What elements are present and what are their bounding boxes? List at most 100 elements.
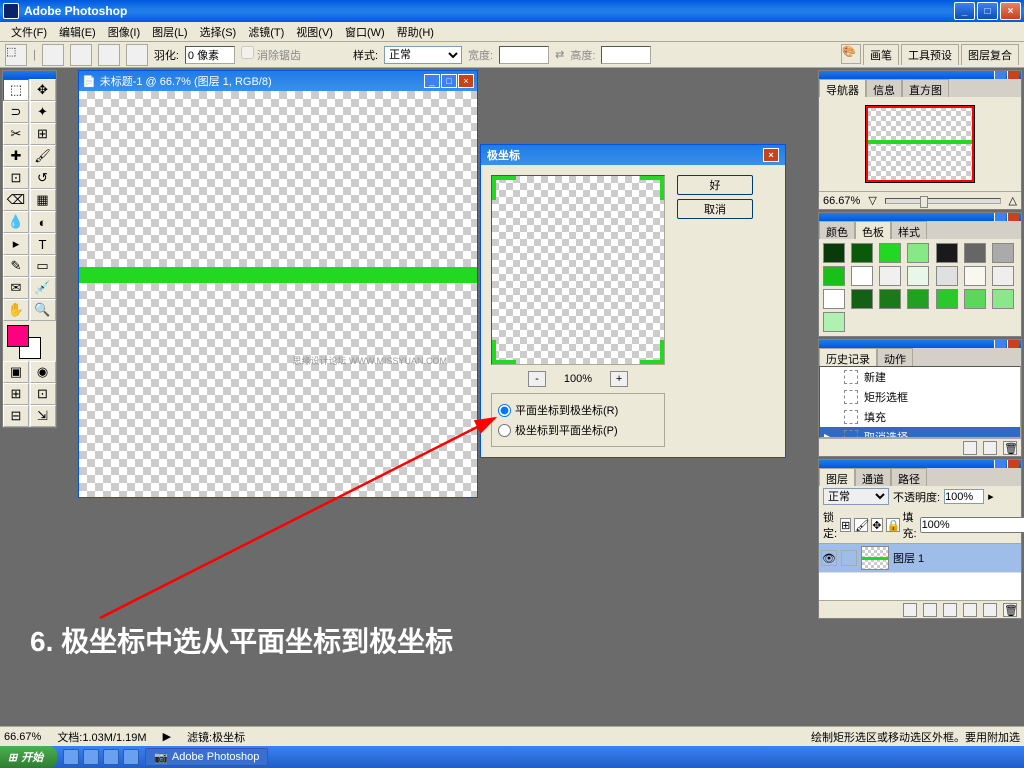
window-close-button[interactable]: ×	[1000, 2, 1021, 20]
menu-help[interactable]: 帮助(H)	[391, 22, 440, 42]
layer-row[interactable]: 👁图层 1	[819, 544, 1021, 573]
opacity-input[interactable]	[944, 489, 984, 504]
panel-close-icon[interactable]	[1007, 71, 1019, 79]
document-canvas[interactable]: 思缘设计论坛 WWW.MISSYUAN.COM	[79, 91, 477, 497]
swatch-item[interactable]	[851, 243, 873, 263]
history-item[interactable]: 矩形选框	[820, 387, 1020, 407]
filter-preview[interactable]	[491, 175, 665, 365]
nav-zoomin-icon[interactable]: △	[1009, 194, 1017, 207]
panel-close-icon[interactable]	[1007, 460, 1019, 468]
quicklaunch-icon[interactable]	[83, 749, 99, 765]
pen-tool[interactable]: ✎	[3, 255, 29, 277]
ok-button[interactable]: 好	[677, 175, 753, 195]
shape-tool[interactable]: ▭	[30, 255, 56, 277]
swatch-item[interactable]	[879, 289, 901, 309]
jump-to-imageready-icon[interactable]: ⇲	[30, 405, 56, 427]
color-swatches[interactable]	[3, 321, 56, 361]
menu-edit[interactable]: 编辑(E)	[53, 22, 102, 42]
quicklaunch-icon[interactable]	[103, 749, 119, 765]
swatch-item[interactable]	[992, 289, 1014, 309]
add-selection-icon[interactable]	[70, 44, 92, 66]
palette-well-icon[interactable]: 🎨	[841, 44, 861, 64]
tab-paths[interactable]: 路径	[891, 468, 927, 486]
layer-mask-icon[interactable]	[923, 603, 937, 617]
quicklaunch-icon[interactable]	[123, 749, 139, 765]
tab-histogram[interactable]: 直方图	[902, 79, 949, 97]
type-tool[interactable]: T	[30, 233, 56, 255]
swatch-item[interactable]	[823, 266, 845, 286]
cancel-button[interactable]: 取消	[677, 199, 753, 219]
history-item[interactable]: 新建	[820, 367, 1020, 387]
tab-actions[interactable]: 动作	[877, 348, 913, 366]
quickmask-mode-icon[interactable]: ◉	[30, 361, 56, 383]
delete-layer-icon[interactable]: 🗑	[1003, 603, 1017, 617]
panel-minimize-icon[interactable]	[994, 71, 1006, 79]
swatch-item[interactable]	[936, 243, 958, 263]
path-select-tool[interactable]: ▸	[3, 233, 29, 255]
adjustment-layer-icon[interactable]	[963, 603, 977, 617]
menu-layer[interactable]: 图层(L)	[146, 22, 193, 42]
panel-minimize-icon[interactable]	[994, 460, 1006, 468]
menu-select[interactable]: 选择(S)	[194, 22, 243, 42]
menu-image[interactable]: 图像(I)	[102, 22, 146, 42]
eyedropper-tool[interactable]: 💉	[30, 277, 56, 299]
new-document-icon[interactable]	[983, 441, 997, 455]
menu-filter[interactable]: 滤镜(T)	[242, 22, 290, 42]
history-brush-tool[interactable]: ↺	[30, 167, 56, 189]
navigator-slider[interactable]	[885, 198, 1001, 204]
tab-swatches[interactable]: 色板	[855, 221, 891, 239]
well-brushes[interactable]: 画笔	[863, 44, 899, 65]
navigator-thumbnail[interactable]	[865, 105, 975, 183]
nav-zoomout-icon[interactable]: ▽	[868, 194, 876, 207]
delete-icon[interactable]: 🗑	[1003, 441, 1017, 455]
feather-input[interactable]	[185, 46, 235, 64]
swatch-item[interactable]	[992, 266, 1014, 286]
swatch-item[interactable]	[907, 289, 929, 309]
navigator-zoom[interactable]: 66.67%	[823, 195, 860, 207]
panel-minimize-icon[interactable]	[994, 340, 1006, 348]
layer-set-icon[interactable]	[943, 603, 957, 617]
doc-minimize-button[interactable]: _	[424, 74, 440, 88]
layer-name[interactable]: 图层 1	[893, 550, 924, 566]
zoom-in-button[interactable]: +	[610, 371, 628, 387]
slice-tool[interactable]: ⊞	[30, 123, 56, 145]
menu-window[interactable]: 窗口(W)	[339, 22, 391, 42]
lasso-tool[interactable]: ⊃	[3, 101, 29, 123]
swatch-item[interactable]	[879, 243, 901, 263]
doc-maximize-button[interactable]: □	[441, 74, 457, 88]
lock-position-icon[interactable]: ✥	[871, 518, 882, 532]
screen-mode-1-icon[interactable]: ⊞	[3, 383, 29, 405]
polar-to-rect-radio[interactable]: 极坐标到平面坐标(P)	[498, 420, 658, 440]
standard-mode-icon[interactable]: ▣	[3, 361, 29, 383]
dialog-titlebar[interactable]: 极坐标 ×	[481, 145, 785, 165]
tab-styles[interactable]: 样式	[891, 221, 927, 239]
well-layercomps[interactable]: 图层复合	[961, 44, 1019, 65]
lock-paint-icon[interactable]: 🖌	[854, 518, 868, 532]
tab-channels[interactable]: 通道	[855, 468, 891, 486]
dodge-tool[interactable]: ◐	[30, 211, 56, 233]
screen-mode-2-icon[interactable]: ⊡	[30, 383, 56, 405]
opacity-flyout-icon[interactable]: ▸	[988, 490, 994, 503]
history-item[interactable]: 填充	[820, 407, 1020, 427]
new-layer-icon[interactable]	[983, 603, 997, 617]
tab-color[interactable]: 颜色	[819, 221, 855, 239]
swatch-item[interactable]	[823, 312, 845, 332]
status-zoom[interactable]: 66.67%	[4, 731, 41, 743]
doc-close-button[interactable]: ×	[458, 74, 474, 88]
well-toolpresets[interactable]: 工具预设	[901, 44, 959, 65]
tab-info[interactable]: 信息	[866, 79, 902, 97]
layer-style-icon[interactable]	[903, 603, 917, 617]
gradient-tool[interactable]: ▦	[30, 189, 56, 211]
foreground-color[interactable]	[7, 325, 29, 347]
swatch-item[interactable]	[823, 289, 845, 309]
healing-tool[interactable]: ✚	[3, 145, 29, 167]
wand-tool[interactable]: ✦	[30, 101, 56, 123]
swatch-item[interactable]	[851, 266, 873, 286]
quicklaunch-icon[interactable]	[63, 749, 79, 765]
tab-history[interactable]: 历史记录	[819, 348, 877, 366]
status-flyout-icon[interactable]: ▶	[163, 730, 171, 743]
document-titlebar[interactable]: 📄 未标题-1 @ 66.7% (图层 1, RGB/8) _ □ ×	[79, 71, 477, 91]
layer-thumbnail[interactable]	[861, 546, 889, 570]
lock-all-icon[interactable]: 🔒	[886, 518, 900, 532]
window-maximize-button[interactable]: □	[977, 2, 998, 20]
